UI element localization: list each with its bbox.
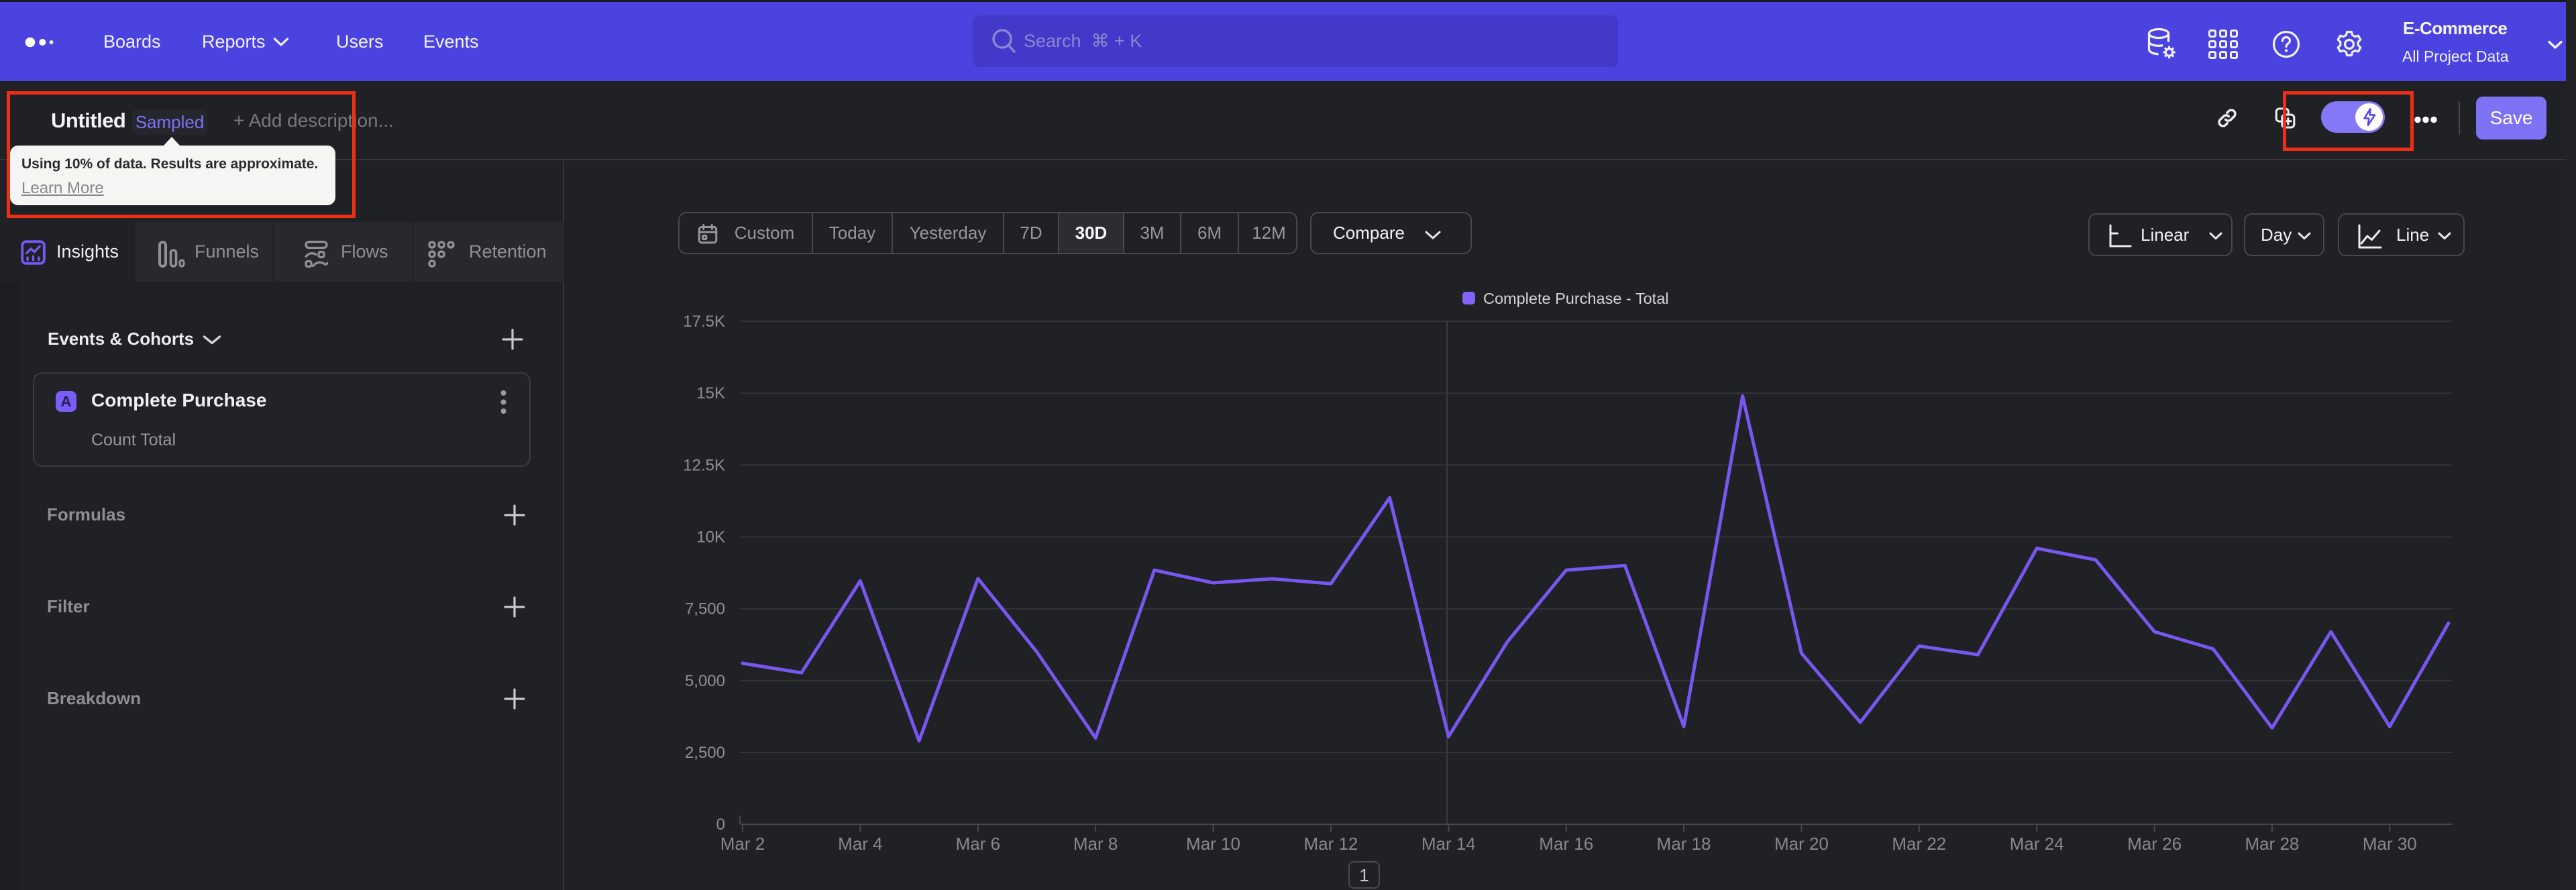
svg-text:Mar 10: Mar 10 (1186, 834, 1240, 854)
svg-text:7,500: 7,500 (685, 600, 725, 618)
svg-text:Mar 20: Mar 20 (1774, 834, 1829, 854)
svg-text:0: 0 (716, 816, 725, 834)
svg-text:Mar 8: Mar 8 (1073, 834, 1118, 854)
svg-text:Mar 22: Mar 22 (1892, 834, 1946, 854)
svg-text:12.5K: 12.5K (683, 456, 725, 474)
svg-text:5,000: 5,000 (685, 672, 725, 690)
svg-text:Mar 30: Mar 30 (2363, 834, 2417, 854)
svg-text:15K: 15K (696, 384, 725, 402)
svg-text:Mar 4: Mar 4 (838, 834, 882, 854)
svg-text:Mar 28: Mar 28 (2245, 834, 2299, 854)
svg-text:Mar 18: Mar 18 (1657, 834, 1711, 854)
svg-text:Mar 12: Mar 12 (1303, 834, 1358, 854)
svg-text:Mar 6: Mar 6 (956, 834, 1000, 854)
svg-text:Mar 16: Mar 16 (1539, 834, 1593, 854)
svg-text:Mar 26: Mar 26 (2127, 834, 2182, 854)
svg-text:17.5K: 17.5K (683, 313, 725, 331)
svg-text:2,500: 2,500 (685, 744, 725, 762)
svg-text:Mar 2: Mar 2 (720, 834, 765, 854)
svg-text:Mar 14: Mar 14 (1421, 834, 1476, 854)
svg-text:Complete Purchase - Total: Complete Purchase - Total (1483, 290, 1668, 307)
svg-text:10K: 10K (696, 529, 725, 547)
svg-text:Mar 24: Mar 24 (2010, 834, 2064, 854)
